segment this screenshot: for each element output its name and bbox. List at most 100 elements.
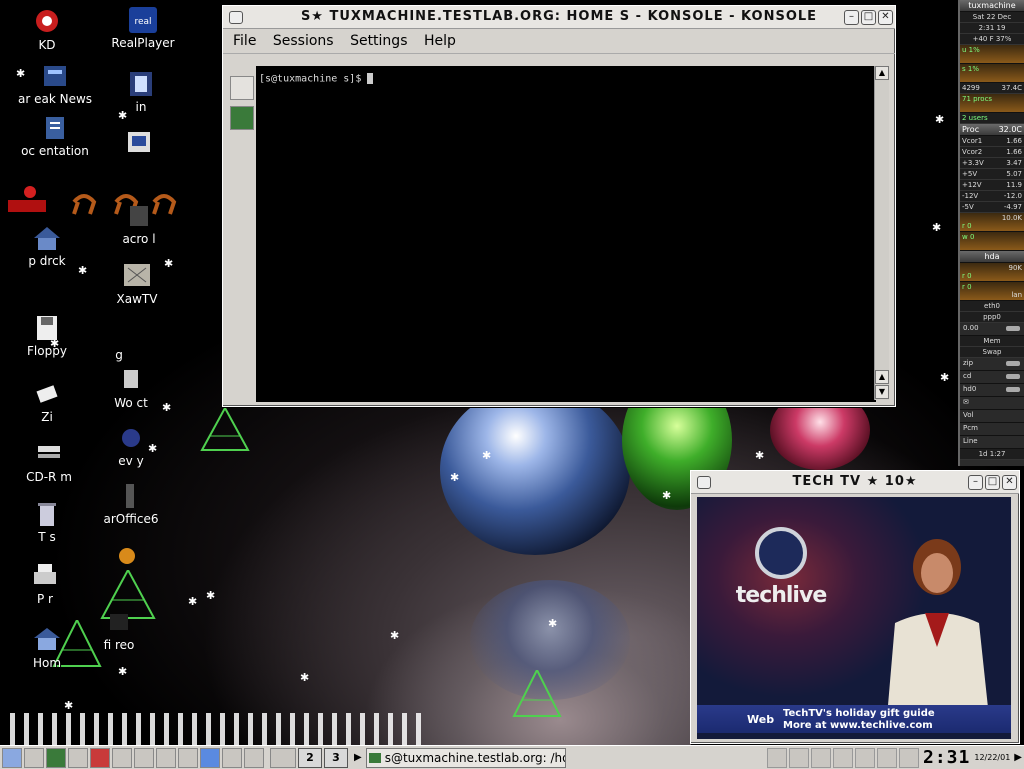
terminal-prompt: [s@tuxmachine s]$ xyxy=(256,66,876,85)
desktop-icon-xawtv[interactable]: XawTV xyxy=(92,262,182,306)
desktop-icon-firefox[interactable]: fi reo xyxy=(74,608,164,652)
scroll-up-icon[interactable]: ▲ xyxy=(875,370,889,384)
gkrellm-sensor: Vcor2 1.66 xyxy=(960,147,1024,158)
session-terminal-icon[interactable] xyxy=(230,106,254,130)
konsole-titlebar[interactable]: S★ TUXMACHINE.TESTLAB.ORG: HOME S - KONS… xyxy=(223,6,895,29)
christmas-tree-icon xyxy=(200,408,250,451)
taskbar-arrow-icon[interactable]: ▶ xyxy=(354,752,362,763)
desktop-icon-app2[interactable] xyxy=(94,128,184,158)
desktop-icon-everybuddy[interactable]: ev y xyxy=(86,424,176,468)
konsole-window[interactable]: S★ TUXMACHINE.TESTLAB.ORG: HOME S - KONS… xyxy=(222,5,896,407)
fence xyxy=(10,713,430,745)
gkrellm-cd[interactable]: cd xyxy=(960,371,1024,384)
gkrellm-uptime: 1d 1:27 xyxy=(960,449,1024,460)
gkrellm-cpu-graph: u 1% xyxy=(960,45,1024,64)
gkrellm-line[interactable]: Line xyxy=(960,436,1024,449)
desktop-icon-app[interactable]: in xyxy=(96,70,186,114)
menu-settings[interactable]: Settings xyxy=(350,33,407,49)
gkrellm-swap-label: Swap xyxy=(960,347,1024,358)
tv-titlebar[interactable]: TECH TV ★ 10★ – □ ✕ xyxy=(691,471,1019,494)
desktop: ✱ ✱ ✱ ✱ ✱ ✱ ✱ ✱ ✱ ✱ ✱ ✱ ✱ ✱ ✱ ✱ ✱ ✱ ✱ ✱ … xyxy=(0,0,1024,745)
gkrellm-cpu-graph: s 1% xyxy=(960,64,1024,83)
gkrellm-pcm[interactable]: Pcm xyxy=(960,423,1024,436)
search-icon[interactable] xyxy=(222,747,242,768)
new-session-icon[interactable] xyxy=(230,76,254,100)
snowflake-icon: ✱ xyxy=(300,671,310,684)
network-monitor-icon[interactable] xyxy=(833,747,853,768)
terminal-scrollbar[interactable]: ▲ ▲ ▼ xyxy=(874,66,889,400)
konsole-session-bar xyxy=(226,72,254,402)
gkrellm-monitor[interactable]: tuxmachine Sat 22 Dec 2:31 19 +40 F 37% … xyxy=(958,0,1024,466)
desktop-icon-realplayer[interactable]: real RealPlayer xyxy=(98,6,188,50)
network-icon[interactable] xyxy=(178,747,198,768)
desktop-icon-cdrom[interactable]: CD-R m xyxy=(4,440,94,484)
desktop-icon-gimp[interactable]: g xyxy=(74,318,164,362)
tv-screen[interactable]: techlive Web TechTV's holiday gift guide… xyxy=(697,497,1011,739)
desktop-icon[interactable] xyxy=(24,747,44,768)
anchor-icon[interactable] xyxy=(899,747,919,768)
snowflake-icon: ✱ xyxy=(64,699,74,712)
christmas-tree-icon xyxy=(512,670,562,717)
help-icon[interactable] xyxy=(90,747,110,768)
date: 12/22/01 xyxy=(974,753,1011,762)
close-icon[interactable]: ✕ xyxy=(1002,475,1017,490)
calendar-icon[interactable] xyxy=(855,747,875,768)
snowflake-icon: ✱ xyxy=(206,589,216,602)
close-icon[interactable]: ✕ xyxy=(878,10,893,25)
desktop-icon-documentation[interactable]: oc entation xyxy=(10,114,100,158)
minimize-icon[interactable]: – xyxy=(844,10,859,25)
web-browser-icon[interactable] xyxy=(134,747,154,768)
desktop-icon-staroffice[interactable]: arOffice6 xyxy=(86,482,176,526)
scroll-down-icon[interactable]: ▼ xyxy=(875,385,889,399)
terminal-icon[interactable] xyxy=(46,747,66,768)
minimize-icon[interactable]: – xyxy=(968,475,983,490)
desktop-icon-home[interactable]: p drck xyxy=(2,224,92,268)
clipboard-icon[interactable] xyxy=(811,747,831,768)
desktop-icon-printer[interactable]: P r xyxy=(0,562,90,606)
scroll-up-icon[interactable]: ▲ xyxy=(875,66,889,80)
desktop-icon-kde[interactable]: KD xyxy=(2,8,92,52)
image-icon[interactable] xyxy=(244,747,264,768)
menu-file[interactable]: File xyxy=(233,33,256,49)
tv-window[interactable]: TECH TV ★ 10★ – □ ✕ techlive Web TechTV'… xyxy=(690,470,1020,744)
logout-icon[interactable] xyxy=(789,747,809,768)
clock[interactable]: 2:31 xyxy=(923,747,970,768)
gkrellm-hda-graph: 90K r 0 xyxy=(960,263,1024,282)
desktop-icon-trash[interactable]: T s xyxy=(2,500,92,544)
home-icon[interactable] xyxy=(156,747,176,768)
lock-icon[interactable] xyxy=(767,747,787,768)
gkrellm-vol[interactable]: Vol xyxy=(960,410,1024,423)
desktop-icon-lamp[interactable] xyxy=(82,542,172,572)
settings-icon[interactable] xyxy=(68,747,88,768)
maximize-icon[interactable]: □ xyxy=(985,475,1000,490)
gkrellm-mail[interactable]: ✉ xyxy=(960,397,1024,410)
globe-icon[interactable] xyxy=(200,747,220,768)
snowflake-icon: ✱ xyxy=(932,221,942,234)
snowflake-icon: ✱ xyxy=(188,595,198,608)
taskbar-scroll-right-icon[interactable]: ▶ xyxy=(1014,752,1022,763)
gkrellm-zip[interactable]: zip xyxy=(960,358,1024,371)
desktop-icon-word[interactable]: Wo ct xyxy=(86,366,176,410)
gkrellm-load: 0.00 xyxy=(960,323,1024,336)
gkrellm-hd0[interactable]: hd0 xyxy=(960,384,1024,397)
volume-icon[interactable] xyxy=(877,747,897,768)
gkrellm-sensor: -12V -12.0 xyxy=(960,191,1024,202)
kde-menu-icon[interactable] xyxy=(2,747,22,768)
desktop-preview-icon[interactable] xyxy=(270,747,296,768)
terminal-area[interactable]: [s@tuxmachine s]$ xyxy=(256,66,876,402)
menu-help[interactable]: Help xyxy=(424,33,456,49)
editor-icon[interactable] xyxy=(112,747,132,768)
maximize-icon[interactable]: □ xyxy=(861,10,876,25)
gkrellm-hostname: tuxmachine xyxy=(960,0,1024,12)
system-tray: 2:31 12/22/01 ▶ xyxy=(765,747,1024,768)
snowflake-icon: ✱ xyxy=(482,449,492,462)
desktop-icon-news[interactable]: ar eak News xyxy=(10,62,100,106)
pager-desktop-3[interactable]: 3 xyxy=(324,747,348,768)
gkrellm-sensor: +5V 5.07 xyxy=(960,169,1024,180)
taskbar-konsole-button[interactable]: s@tuxmachine.testlab.org: /ho xyxy=(365,747,566,768)
menu-sessions[interactable]: Sessions xyxy=(273,33,334,49)
desktop-icon-acroread[interactable]: acro l xyxy=(94,202,184,246)
desktop-icon-zip[interactable]: Zi xyxy=(2,380,92,424)
gkrellm-hda: hda xyxy=(960,251,1024,263)
pager-desktop-2[interactable]: 2 xyxy=(298,747,322,768)
